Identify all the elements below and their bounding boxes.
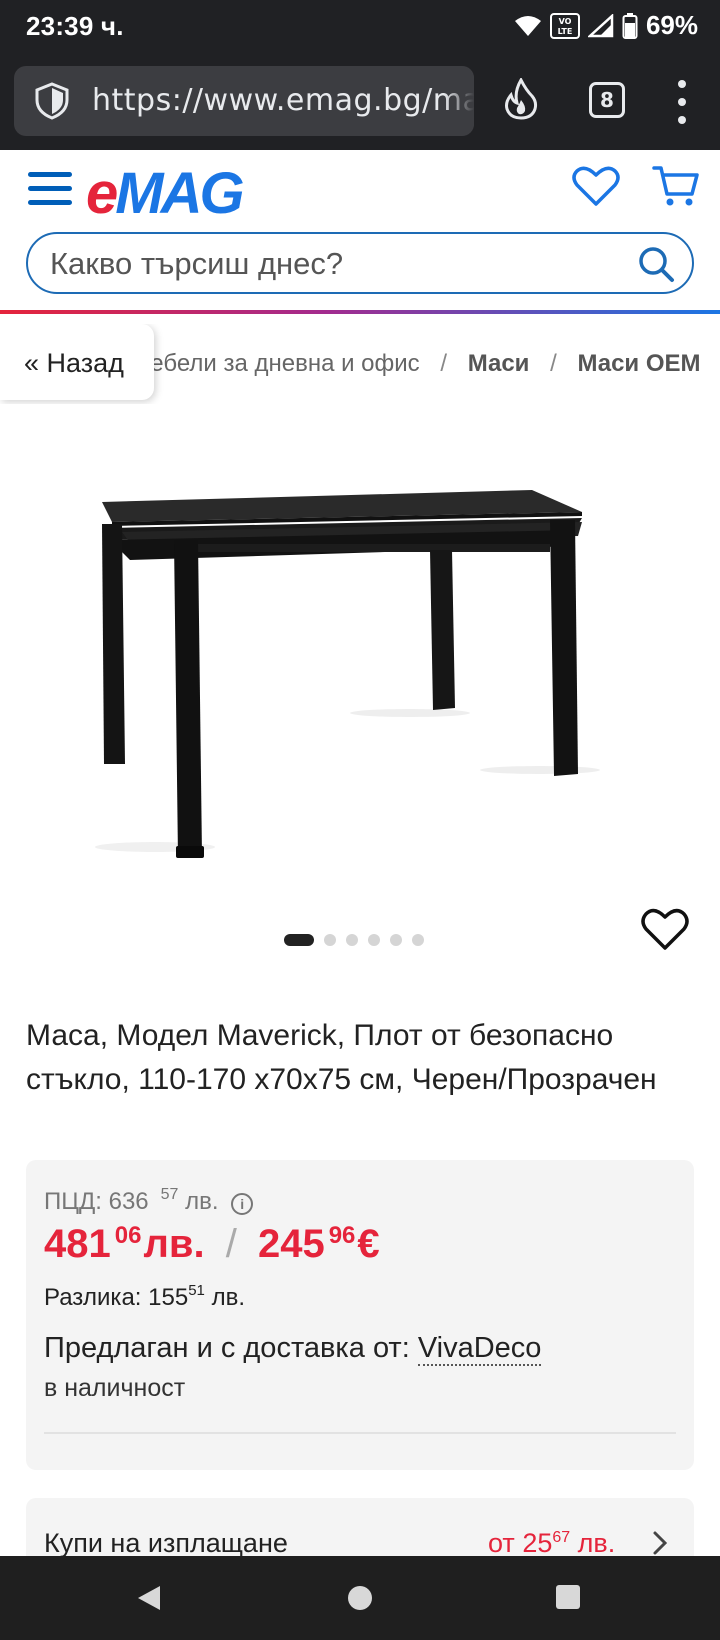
search-placeholder: Какво търсиш днес? [50,246,344,281]
url-text[interactable]: https://www.emag.bg/masa-model-maverick [92,83,474,118]
divider [44,1432,676,1434]
info-icon[interactable]: i [231,1193,254,1215]
menu-icon[interactable] [28,172,72,206]
seller-info: Предлаган и с доставка от: VivaDeco [44,1332,542,1366]
svg-text:LTE: LTE [558,27,573,36]
rrp-price: ПЦД: 636 57 лв. i [44,1186,254,1216]
chevron-right-icon [653,1531,668,1555]
gallery-dot-active[interactable] [284,934,314,946]
header-divider [0,310,720,314]
breadcrumb-item[interactable]: Маси OEM [577,350,700,377]
add-to-favorites-icon[interactable] [640,906,690,952]
price-difference: Разлика: 15551 лв. [44,1282,245,1311]
flame-icon[interactable] [504,78,538,120]
browser-menu-button[interactable] [672,80,692,124]
gallery-dot[interactable] [346,934,358,946]
svg-text:VO: VO [559,17,572,26]
emag-logo[interactable]: eMAG [86,160,245,227]
search-icon[interactable] [636,244,676,284]
seller-link[interactable]: VivaDeco [417,1332,542,1366]
browser-toolbar: https://www.emag.bg/masa-model-maverick … [0,54,720,150]
status-time: 23:39 ч. [26,11,124,41]
product-title: Маса, Модел Maverick, Плот от безопасно … [26,1019,657,1096]
gallery-dot[interactable] [324,934,336,946]
volte-icon: VOLTE [549,12,580,39]
stock-status: в наличност [44,1374,186,1402]
battery-percent: 69% [645,10,698,40]
installments-price: от 2567 лв. [488,1528,616,1558]
breadcrumb-item[interactable]: Мебели за дневна и офис [130,350,420,377]
search-input[interactable]: Какво търсиш днес? [26,232,694,294]
back-icon[interactable] [136,1584,162,1612]
breadcrumb: Мебели за дневна и офис / Маси / Маси OE… [0,324,720,404]
back-button[interactable]: « Назад [0,324,154,400]
back-button-label: « Назад [24,348,124,378]
status-icons: VO LTE 69% [514,10,698,41]
tab-switcher-button[interactable]: 8 [589,82,625,118]
gallery-dot[interactable] [368,934,380,946]
favorites-icon[interactable] [572,164,620,208]
system-nav-bar [0,1556,720,1640]
shield-icon[interactable] [34,82,70,120]
current-price: 481 06лв. / 245 96€ [44,1222,380,1266]
breadcrumb-item[interactable]: Маси [468,350,530,377]
wifi-icon [514,15,541,36]
price-box: ПЦД: 636 57 лв. i 481 06лв. / 245 96€ Разли… [26,1160,694,1470]
recent-apps-icon[interactable] [556,1585,580,1609]
status-bar: 23:39 ч. VO LTE 69% [0,0,720,54]
url-bar[interactable]: https://www.emag.bg/masa-model-maverick [14,66,474,136]
product-image[interactable] [70,480,630,920]
gallery-pagination [284,934,424,946]
cart-icon[interactable] [652,164,700,208]
home-icon[interactable] [348,1586,372,1610]
gallery-dot[interactable] [412,934,424,946]
gallery-dot[interactable] [390,934,402,946]
battery-icon [622,12,638,39]
signal-icon [587,13,614,37]
installments-label: Купи на изплащане [44,1528,288,1558]
site-header: eMAG Какво търсиш днес? [0,150,720,310]
